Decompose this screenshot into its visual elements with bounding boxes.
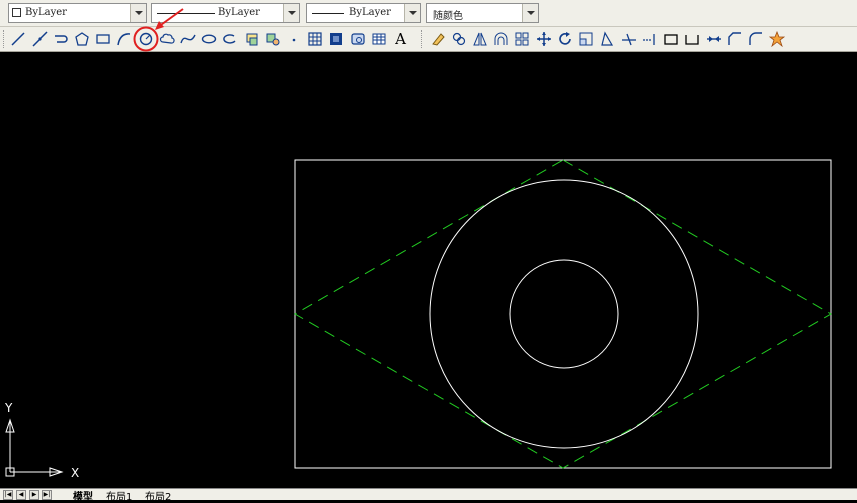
tangent-rhombus [293,159,833,469]
boundary-rectangle [294,159,832,469]
last-tab-icon[interactable]: ▶| [42,490,52,500]
ucs-x-label: X [71,466,80,480]
first-tab-icon[interactable]: |◀ [3,490,13,500]
next-tab-icon[interactable]: ▶ [29,490,39,500]
ucs-y-label: Y [5,401,13,415]
prev-tab-icon[interactable]: ◀ [16,490,26,500]
red-arrowhead-icon [155,21,164,30]
inner-circle [509,259,619,369]
annotation-overlay [133,8,184,52]
tab-layout2[interactable]: 布局2 [142,488,174,503]
ucs-icon [5,418,64,477]
tab-layout1[interactable]: 布局1 [103,488,135,503]
outer-circle [429,179,699,449]
tab-model[interactable]: 模型 [70,488,96,503]
layout-tab-bar: |◀ ◀ ▶ ▶| 模型 布局1 布局2 [0,488,857,503]
model-space-drawing [5,159,833,477]
red-arrow-icon [157,8,184,28]
highlight-circle-annotation [133,26,159,52]
drawing-canvas[interactable]: Y X [0,52,857,488]
